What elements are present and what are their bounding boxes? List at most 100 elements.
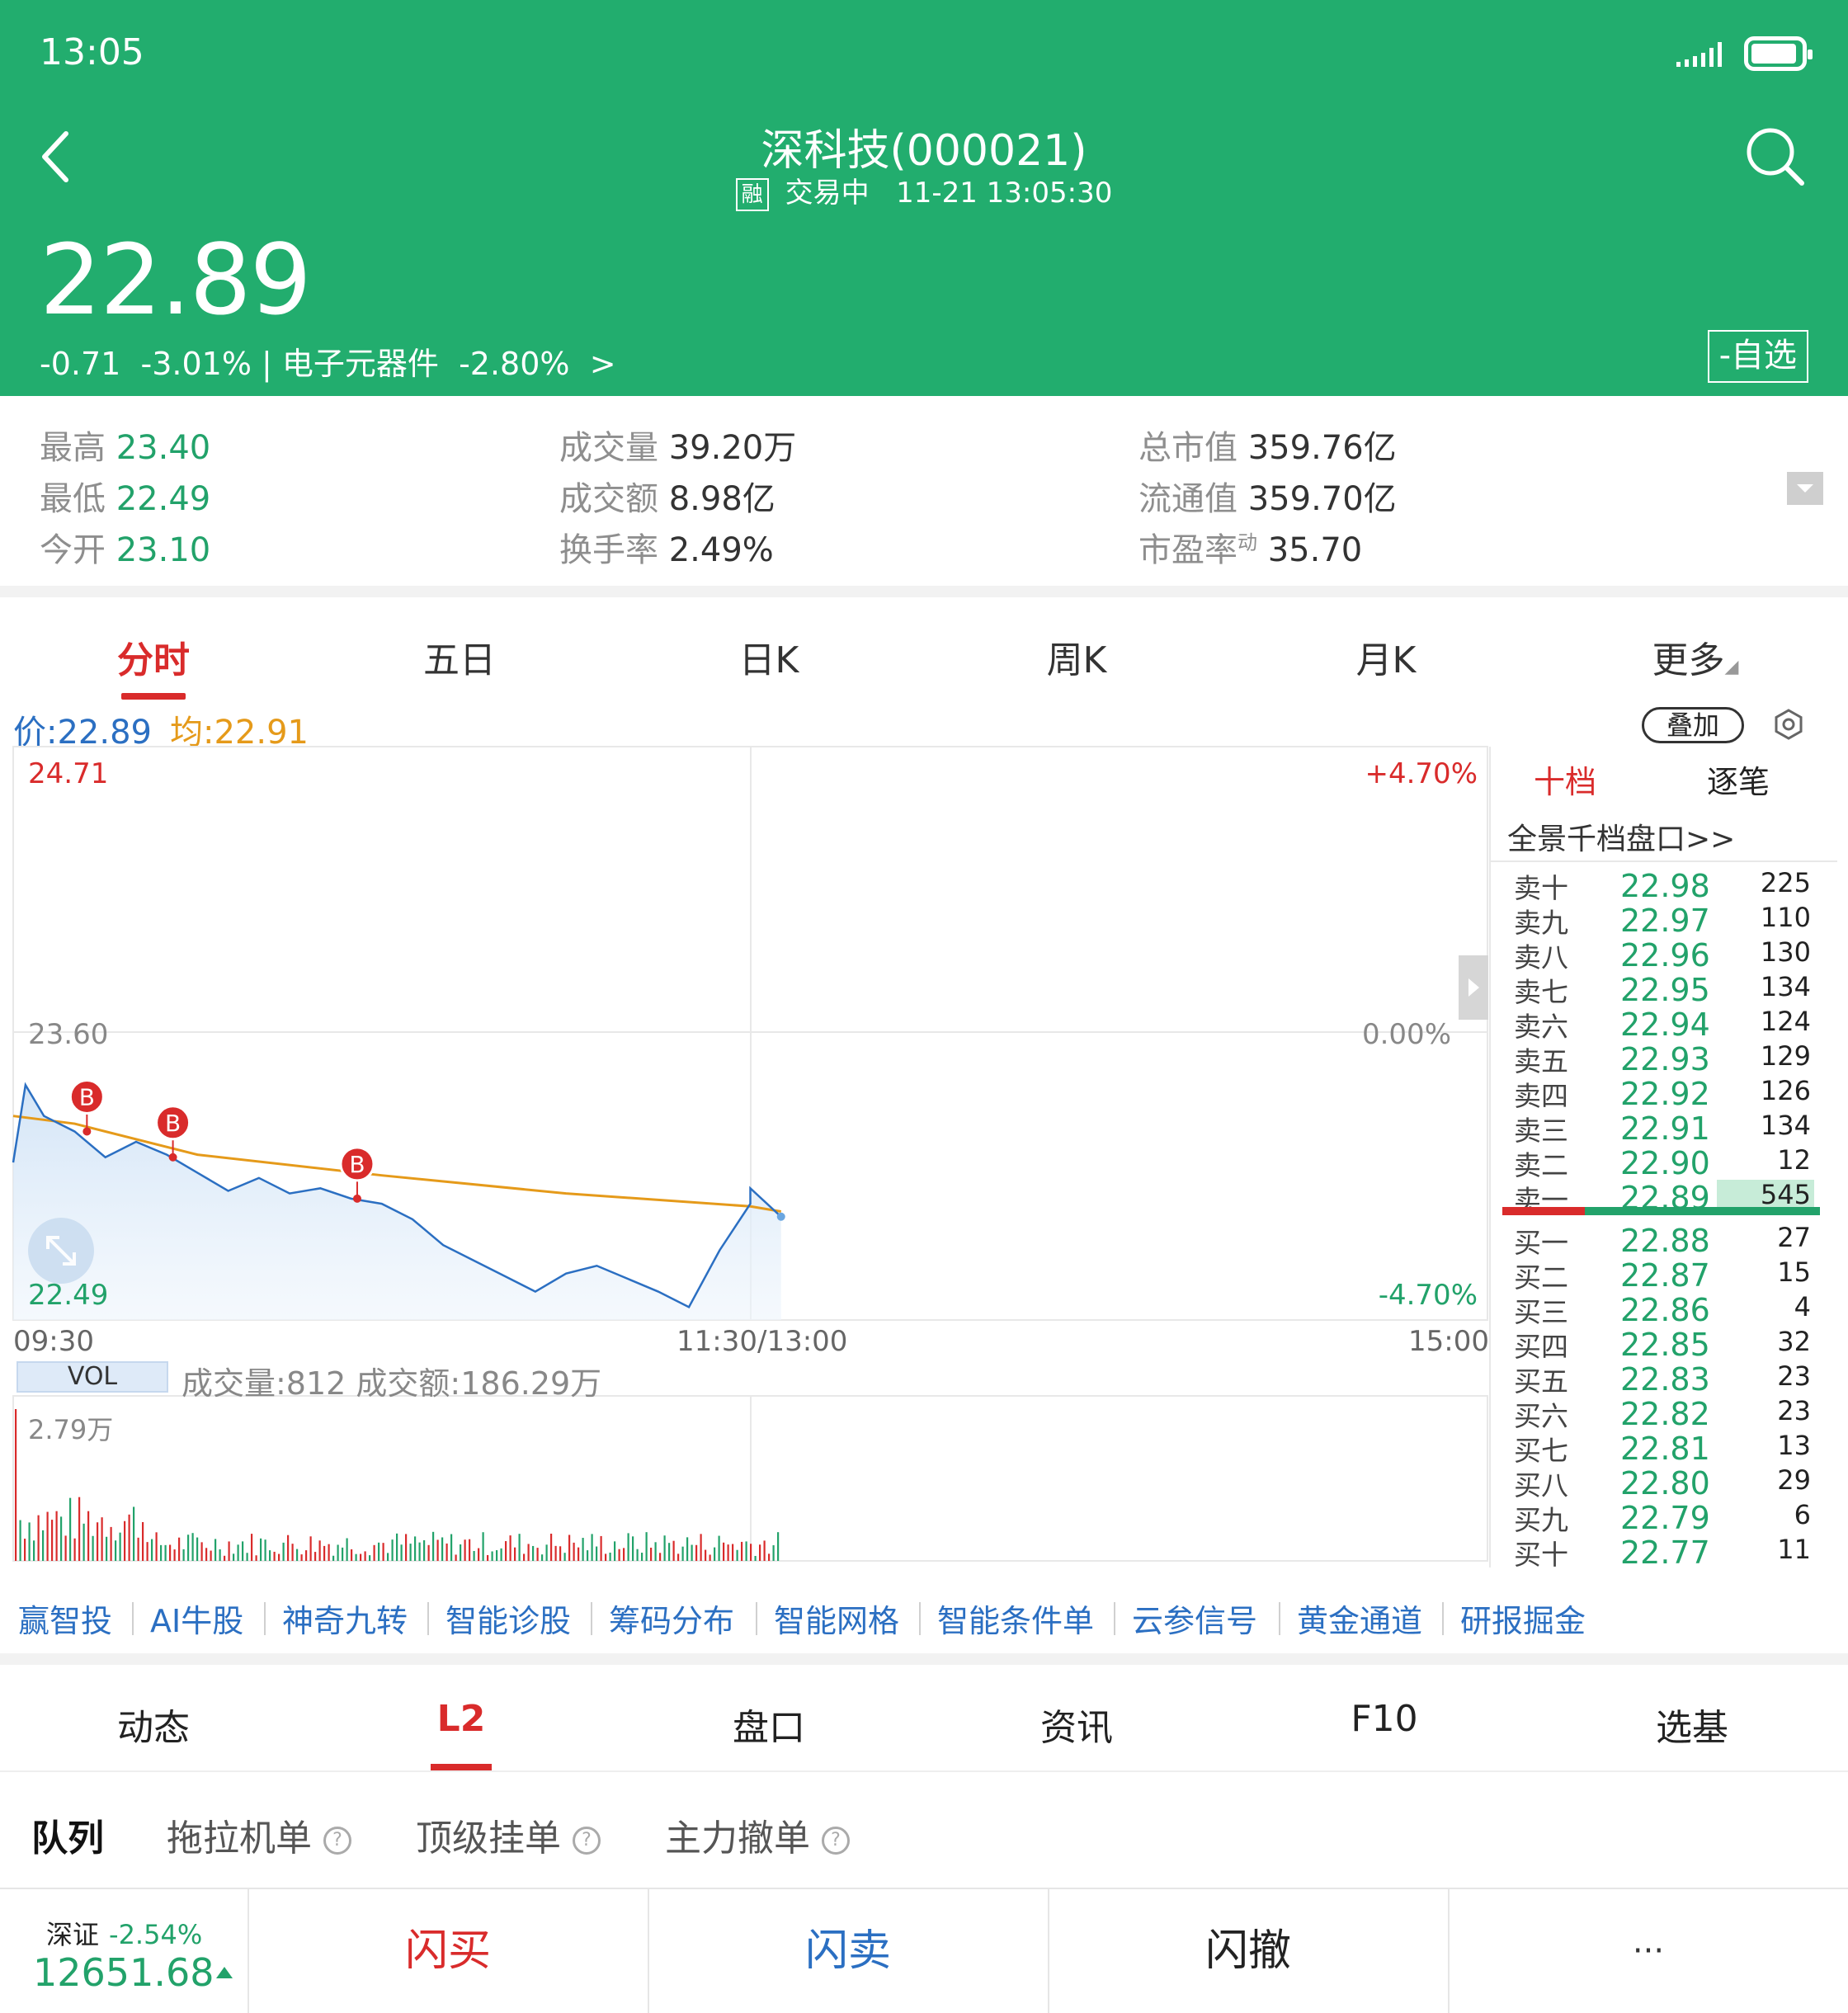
tab-daily-k[interactable]: 日K	[645, 630, 893, 683]
tab-tick-by-tick[interactable]: 逐笔	[1664, 757, 1813, 802]
tab-f10[interactable]: F10	[1261, 1698, 1508, 1740]
overlay-button[interactable]: 叠加	[1642, 707, 1744, 743]
volume-bar	[650, 1547, 653, 1561]
subtab-main-cancel[interactable]: 主力撤单?	[665, 1808, 850, 1861]
tab-fund-select[interactable]: 选基	[1568, 1698, 1816, 1751]
bid-level-row[interactable]: 买七 22.81 13	[1491, 1429, 1846, 1467]
tab-more[interactable]: 更多◢	[1572, 630, 1819, 683]
ask-level-row[interactable]: 卖十 22.98 225	[1491, 866, 1846, 904]
volume-bar	[264, 1539, 266, 1561]
bid-level-row[interactable]: 买五 22.83 23	[1491, 1360, 1846, 1398]
intraday-chart-svg: B B B	[12, 746, 1488, 1562]
index-ticker[interactable]: 深证 -2.54% 12651.68	[0, 1889, 248, 2013]
search-icon[interactable]	[1742, 124, 1808, 190]
index-value: 12651.68	[33, 1950, 214, 1995]
tool-research-reports[interactable]: 研报掘金	[1460, 1596, 1586, 1641]
ask-level-row[interactable]: 卖六 22.94 124	[1491, 1005, 1846, 1043]
remove-watchlist-button[interactable]: -自选	[1707, 330, 1808, 383]
tool-ying-zhi-tou[interactable]: 赢智投	[18, 1596, 112, 1641]
tab-news[interactable]: 资讯	[953, 1698, 1200, 1751]
up-triangle-icon	[216, 1967, 233, 1978]
level-price: 22.95	[1620, 972, 1710, 1008]
price-change-line[interactable]: -0.71 -3.01% | 电子元器件 -2.80% >	[40, 338, 616, 384]
tool-smart-grid[interactable]: 智能网格	[774, 1596, 899, 1641]
volume-bar	[605, 1553, 607, 1561]
ask-level-row[interactable]: 卖二 22.90 12	[1491, 1143, 1846, 1181]
bid-level-row[interactable]: 买九 22.79 6	[1491, 1498, 1846, 1536]
vol-indicator-button[interactable]: VOL	[16, 1361, 168, 1393]
ask-level-row[interactable]: 卖三 22.91 134	[1491, 1109, 1846, 1147]
intraday-chart[interactable]: B B B 24.71 23.60 22.49 +4.70% 0.00% -4.70…	[0, 742, 1489, 1568]
volume-bar	[128, 1514, 130, 1561]
settings-hexagon-icon[interactable]	[1772, 708, 1805, 741]
help-icon[interactable]: ?	[573, 1827, 601, 1855]
volume-bar	[641, 1553, 644, 1561]
bid-level-row[interactable]: 买十 22.77 11	[1491, 1533, 1846, 1571]
collapse-orderbook-arrow-icon[interactable]	[1459, 955, 1488, 1020]
tool-cloud-signal[interactable]: 云参信号	[1132, 1596, 1257, 1641]
tool-chip-distribution[interactable]: 筹码分布	[609, 1596, 734, 1641]
volume-bar	[523, 1553, 526, 1561]
subtab-queue[interactable]: 队列	[31, 1808, 104, 1861]
tab-l2[interactable]: L2	[337, 1698, 585, 1740]
tool-smart-condition-order[interactable]: 智能条件单	[937, 1596, 1094, 1641]
bid-level-row[interactable]: 买四 22.85 32	[1491, 1325, 1846, 1363]
tab-intraday[interactable]: 分时	[30, 630, 277, 683]
help-icon[interactable]: ?	[822, 1827, 850, 1855]
volume-bar	[51, 1520, 54, 1561]
tool-golden-channel[interactable]: 黄金通道	[1297, 1596, 1422, 1641]
tab-handicap[interactable]: 盘口	[645, 1698, 893, 1751]
tab-feed[interactable]: 动态	[30, 1698, 277, 1751]
subtab-tractor-orders[interactable]: 拖拉机单?	[167, 1808, 351, 1861]
stat-open: 今开 23.10	[40, 531, 211, 569]
full-depth-link[interactable]: 全景千档盘口>>	[1507, 815, 1735, 858]
level-price: 22.82	[1620, 1396, 1710, 1432]
help-icon[interactable]: ?	[323, 1827, 351, 1855]
level-volume: 29	[1777, 1464, 1811, 1496]
bid-level-row[interactable]: 买三 22.86 4	[1491, 1290, 1846, 1328]
level-name: 买十	[1514, 1539, 1568, 1571]
ask-level-row[interactable]: 卖九 22.97 110	[1491, 901, 1846, 939]
expand-stats-icon[interactable]	[1787, 472, 1823, 505]
tool-separator	[919, 1602, 921, 1635]
tab-monthly-k[interactable]: 月K	[1262, 630, 1510, 683]
ask-level-row[interactable]: 卖七 22.95 134	[1491, 970, 1846, 1008]
flash-cancel-button[interactable]: 闪撤	[1048, 1889, 1447, 2013]
volume-bar	[133, 1506, 135, 1561]
volume-bar	[518, 1534, 521, 1561]
flash-buy-button[interactable]: 闪买	[248, 1889, 647, 2013]
tab-ten-levels[interactable]: 十档	[1491, 757, 1639, 802]
stat-high: 最高 23.40	[40, 429, 211, 467]
subtab-top-orders[interactable]: 顶级挂单?	[416, 1808, 601, 1861]
more-actions-button[interactable]: ···	[1448, 1889, 1847, 2013]
fullscreen-expand-icon[interactable]	[28, 1218, 94, 1284]
level-name: 买九	[1514, 1504, 1568, 1536]
bid-level-row[interactable]: 买二 22.87 15	[1491, 1256, 1846, 1294]
flash-sell-button[interactable]: 闪卖	[648, 1889, 1047, 2013]
tab-five-day[interactable]: 五日	[336, 630, 583, 683]
ask-level-row[interactable]: 卖八 22.96 130	[1491, 936, 1846, 974]
volume-bar	[446, 1543, 448, 1561]
volume-bar	[200, 1542, 203, 1561]
pct-axis-top-label: +4.70%	[1365, 757, 1478, 790]
buy-marker[interactable]: B	[68, 1078, 105, 1136]
volume-bar	[314, 1552, 317, 1561]
volume-bar	[64, 1535, 67, 1561]
tool-magic-nine[interactable]: 神奇九转	[282, 1596, 408, 1641]
order-book: 十档 逐笔 全景千档盘口>> 卖十 22.98 225 卖九 22.97 110 卖八 22.…	[1489, 747, 1848, 1571]
bid-level-row[interactable]: 买一 22.88 27	[1491, 1221, 1846, 1259]
level-volume: 124	[1760, 1006, 1811, 1037]
bid-level-row[interactable]: 买八 22.80 29	[1491, 1464, 1846, 1502]
volume-bar	[233, 1553, 235, 1561]
tool-smart-diagnosis[interactable]: 智能诊股	[446, 1596, 571, 1641]
detail-tabs: 动态 L2 盘口 资讯 F10 选基	[0, 1665, 1848, 1772]
margin-badge: 融	[735, 177, 769, 211]
buy-marker[interactable]: B	[339, 1146, 375, 1203]
bid-level-row[interactable]: 买六 22.82 23	[1491, 1394, 1846, 1432]
ask-level-row[interactable]: 卖四 22.92 126	[1491, 1074, 1846, 1112]
volume-bar	[137, 1537, 139, 1561]
level-price: 22.90	[1620, 1145, 1710, 1181]
ask-level-row[interactable]: 卖五 22.93 129	[1491, 1040, 1846, 1077]
tab-weekly-k[interactable]: 周K	[953, 630, 1200, 683]
tool-ai-stocks[interactable]: AI牛股	[150, 1596, 243, 1641]
